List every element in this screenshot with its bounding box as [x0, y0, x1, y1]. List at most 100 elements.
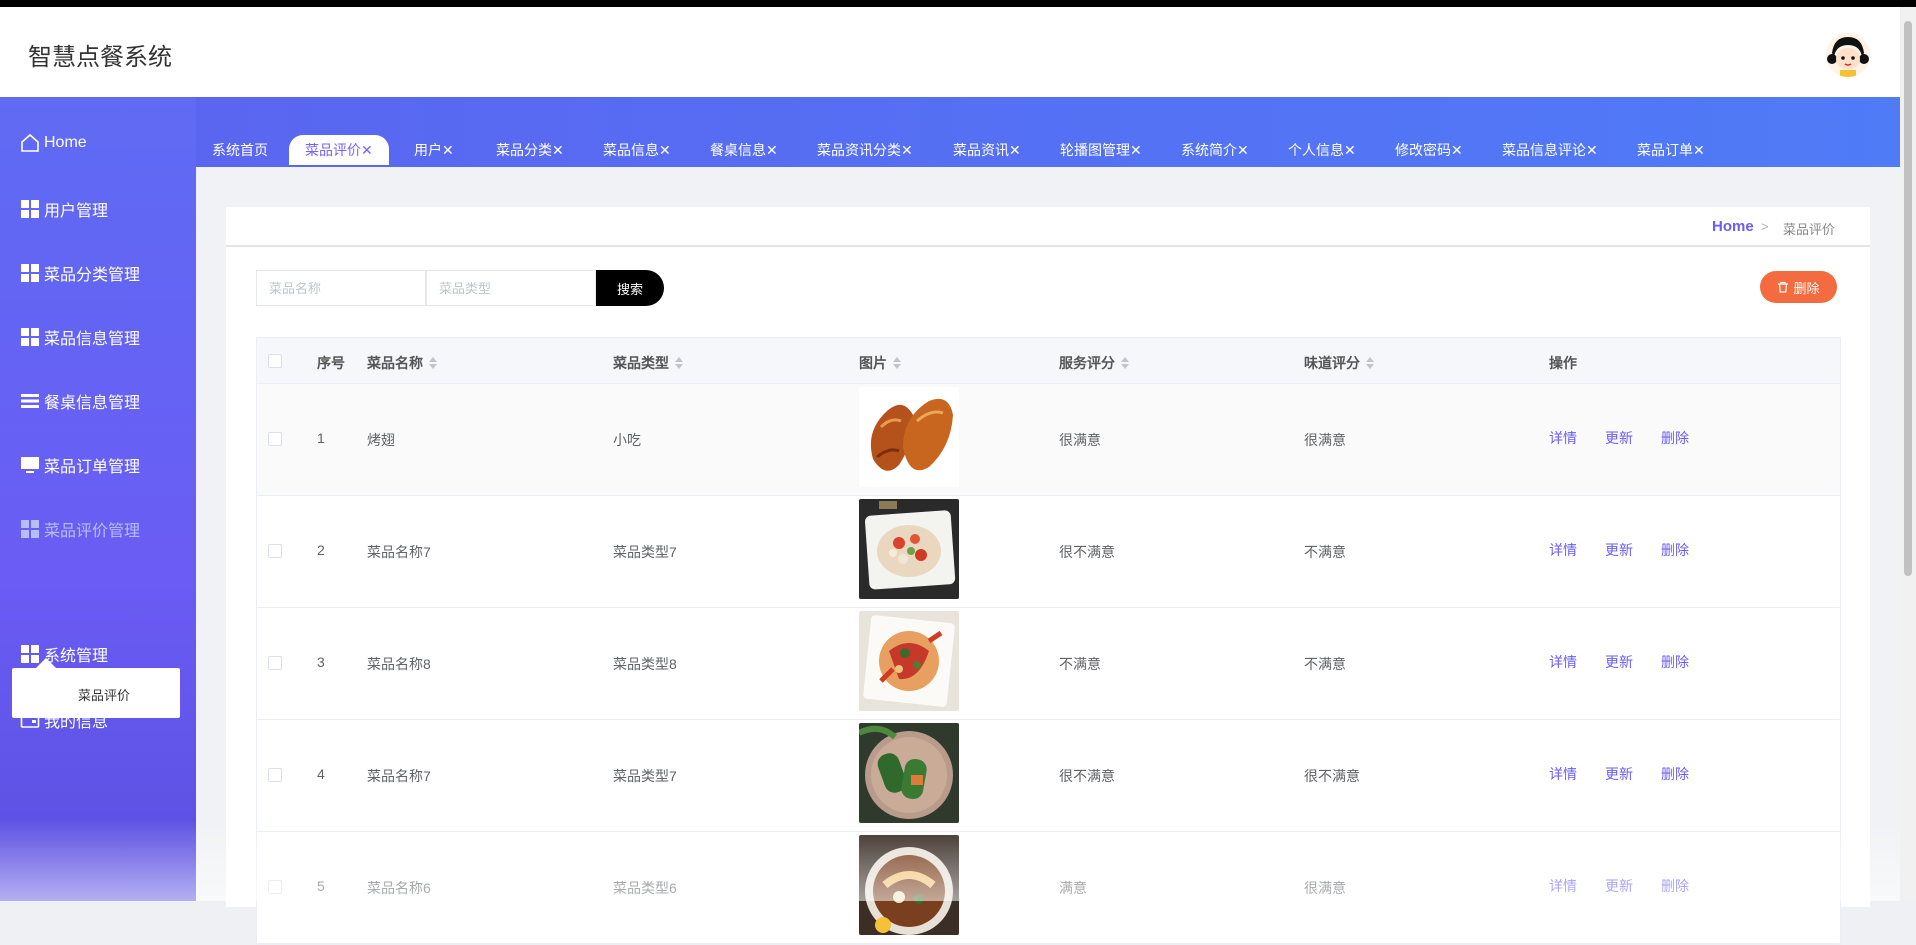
sort-icon[interactable]	[1121, 357, 1129, 369]
cell-dish-type: 菜品类型8	[613, 656, 677, 672]
update-link[interactable]: 更新	[1605, 428, 1633, 448]
detail-link[interactable]: 详情	[1549, 764, 1577, 784]
detail-link[interactable]: 详情	[1549, 652, 1577, 672]
tab-dish-category[interactable]: 菜品分类✕	[496, 135, 564, 165]
detail-link[interactable]: 详情	[1549, 540, 1577, 560]
grid-icon	[20, 199, 40, 219]
sidebar-item-dish-review-management[interactable]: 菜品评价管理	[20, 515, 140, 543]
tab-dish-info[interactable]: 菜品信息✕	[603, 135, 671, 165]
wallet-icon	[20, 710, 40, 730]
delete-link[interactable]: 删除	[1661, 764, 1689, 784]
header-image[interactable]: 图片	[859, 353, 901, 373]
batch-delete-button[interactable]: 删除	[1760, 271, 1837, 303]
sidebar-home-label: Home	[44, 134, 87, 151]
select-all-checkbox[interactable]	[268, 354, 282, 368]
user-avatar[interactable]	[1826, 33, 1870, 77]
cell-service-rating: 很不满意	[1059, 544, 1115, 560]
update-link[interactable]: 更新	[1605, 764, 1633, 784]
scrollbar-thumb[interactable]	[1904, 21, 1912, 576]
content-card: Home > 菜品评价 搜索 删除 序号 菜品名称 菜品类型 图片 服务评分 味…	[226, 207, 1870, 945]
sort-icon[interactable]	[429, 357, 437, 369]
update-link[interactable]: 更新	[1605, 876, 1633, 896]
row-checkbox[interactable]	[268, 656, 282, 670]
row-checkbox[interactable]	[268, 768, 282, 782]
breadcrumb-current: 菜品评价	[1783, 222, 1836, 237]
main-content: Home > 菜品评价 搜索 删除 序号 菜品名称 菜品类型 图片 服务评分 味…	[196, 167, 1900, 945]
sort-icon[interactable]	[893, 357, 901, 369]
sidebar-item-system-management[interactable]: 系统管理	[20, 640, 108, 668]
delete-link[interactable]: 删除	[1661, 540, 1689, 560]
update-link[interactable]: 更新	[1605, 540, 1633, 560]
review-table: 序号 菜品名称 菜品类型 图片 服务评分 味道评分 操作 1 烤翅 小吃 很满意…	[256, 337, 1841, 945]
sidebar-item-label: 用户管理	[44, 203, 109, 220]
cell-service-rating: 满意	[1059, 880, 1087, 896]
breadcrumb-home[interactable]: Home	[1712, 218, 1754, 235]
table-row: 3 菜品名称8 菜品类型8 不满意 不满意 详情 更新 删除	[257, 608, 1840, 720]
tab-dish-order[interactable]: 菜品订单✕	[1637, 135, 1705, 165]
sidebar-item-label: 菜品分类管理	[44, 267, 141, 284]
submenu-item-label: 菜品评价	[78, 688, 131, 703]
tab-dish-news-category[interactable]: 菜品资讯分类✕	[817, 135, 913, 165]
search-button[interactable]: 搜索	[596, 270, 664, 306]
header-taste-rating[interactable]: 味道评分	[1304, 353, 1374, 373]
detail-link[interactable]: 详情	[1549, 876, 1577, 896]
cell-dish-type: 菜品类型7	[613, 768, 677, 784]
cell-dish-type: 菜品类型7	[613, 544, 677, 560]
header-actions: 操作	[1549, 355, 1577, 371]
avatar-image	[1826, 33, 1870, 77]
table-row: 4 菜品名称7 菜品类型7 很不满意 很不满意 详情 更新 删除	[257, 720, 1840, 832]
app-title: 智慧点餐系统	[28, 44, 172, 71]
breadcrumb-separator: >	[1761, 219, 1769, 234]
detail-link[interactable]: 详情	[1549, 428, 1577, 448]
delete-link[interactable]: 删除	[1661, 428, 1689, 448]
delete-link[interactable]: 删除	[1661, 876, 1689, 896]
sort-icon[interactable]	[1366, 357, 1374, 369]
tab-system-home[interactable]: 系统首页	[212, 135, 268, 165]
tab-table-info[interactable]: 餐桌信息✕	[710, 135, 778, 165]
row-checkbox[interactable]	[268, 432, 282, 446]
row-checkbox[interactable]	[268, 544, 282, 558]
sidebar-item-home[interactable]: Home	[20, 129, 87, 157]
trash-icon	[1778, 281, 1789, 293]
monitor-icon	[20, 455, 40, 475]
update-link[interactable]: 更新	[1605, 652, 1633, 672]
cell-taste-rating: 不满意	[1304, 544, 1346, 560]
cell-dish-name: 烤翅	[367, 432, 395, 448]
delete-link[interactable]: 删除	[1661, 652, 1689, 672]
sort-icon[interactable]	[675, 357, 683, 369]
header-dish-type[interactable]: 菜品类型	[613, 353, 683, 373]
grid-icon	[20, 263, 40, 283]
cell-dish-type: 小吃	[613, 432, 641, 448]
row-checkbox[interactable]	[268, 880, 282, 894]
tab-dish-info-comments[interactable]: 菜品信息评论✕	[1502, 135, 1598, 165]
sidebar-item-dish-order-management[interactable]: 菜品订单管理	[20, 451, 140, 479]
cell-index: 3	[317, 654, 325, 670]
sidebar-item-label: 菜品信息管理	[44, 331, 141, 348]
tab-dish-news[interactable]: 菜品资讯✕	[953, 135, 1021, 165]
header-service-rating[interactable]: 服务评分	[1059, 353, 1129, 373]
tab-dish-review[interactable]: 菜品评价✕	[289, 135, 389, 165]
sidebar-item-my-info[interactable]: 我的信息	[20, 706, 108, 734]
header-index: 序号	[317, 355, 345, 371]
tab-carousel-management[interactable]: 轮播图管理✕	[1060, 135, 1142, 165]
cell-dish-name: 菜品名称7	[367, 544, 431, 560]
sidebar-item-label: 系统管理	[44, 648, 109, 665]
grid-icon	[20, 519, 40, 539]
sidebar-item-user-management[interactable]: 用户管理	[20, 195, 108, 223]
dish-type-search-input[interactable]	[426, 270, 596, 306]
tab-change-password[interactable]: 修改密码✕	[1395, 135, 1463, 165]
dish-name-search-input[interactable]	[256, 270, 426, 306]
header-dish-name[interactable]: 菜品名称	[367, 353, 437, 373]
sidebar-item-label: 我的信息	[44, 714, 109, 731]
sidebar-item-dish-info-management[interactable]: 菜品信息管理	[20, 323, 140, 351]
tab-personal-info[interactable]: 个人信息✕	[1288, 135, 1356, 165]
table-row: 1 烤翅 小吃 很满意 很满意 详情 更新 删除	[257, 384, 1840, 496]
home-icon	[20, 133, 40, 153]
sidebar-item-table-info-management[interactable]: 餐桌信息管理	[20, 387, 140, 415]
tab-user[interactable]: 用户✕	[414, 135, 454, 165]
sidebar-item-dish-category-management[interactable]: 菜品分类管理	[20, 259, 140, 287]
page-scrollbar[interactable]	[1900, 7, 1916, 901]
sidebar-item-label: 菜品评价管理	[44, 523, 141, 540]
sidebar: Home 用户管理 菜品分类管理 菜品信息管理 餐桌信息管理 菜品订单管理 菜品…	[0, 97, 196, 901]
tab-system-intro[interactable]: 系统简介✕	[1181, 135, 1249, 165]
